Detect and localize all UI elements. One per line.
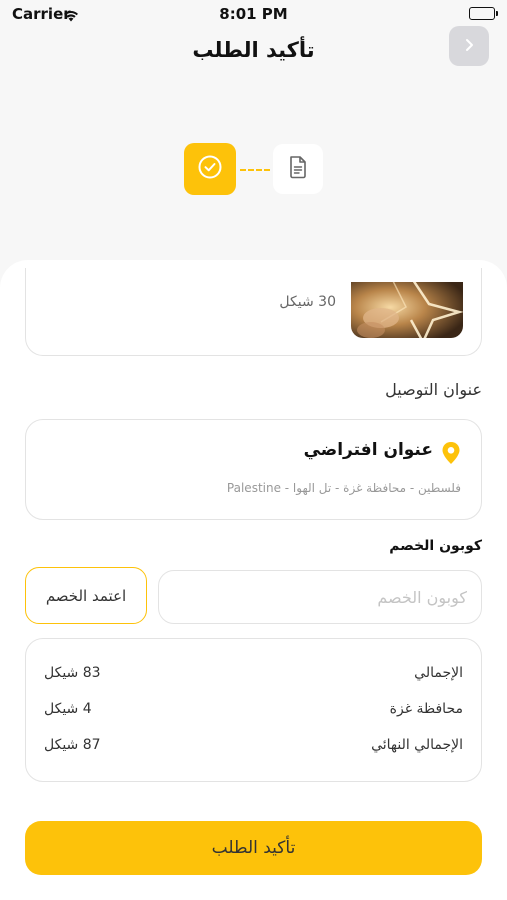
page-title: تأكيد الطلب <box>192 38 315 62</box>
summary-row-total: الإجمالي 83 شيكل <box>44 665 463 687</box>
summary-row-final-total: الإجمالي النهائي 87 شيكل <box>44 737 463 759</box>
address-detail: فلسطين - محافظة غزة - تل الهوا - Palesti… <box>226 481 461 495</box>
product-card[interactable]: 30 شيكل <box>25 268 482 356</box>
address-section-title: عنوان التوصيل <box>385 380 482 399</box>
apply-coupon-button[interactable]: اعتمد الخصم <box>25 567 147 624</box>
product-price: 30 شيكل <box>279 294 336 310</box>
coupon-input[interactable] <box>158 570 482 624</box>
back-button[interactable] <box>449 26 489 66</box>
document-icon <box>287 155 309 183</box>
location-pin-icon <box>441 441 461 469</box>
status-bar: Carrier 8:01 PM <box>0 0 507 28</box>
step-document <box>273 144 323 194</box>
step-connector <box>240 169 270 171</box>
coupon-label: كوبون الخصم <box>389 538 482 554</box>
summary-value: 83 شيكل <box>44 665 101 681</box>
step-completed <box>184 143 236 195</box>
status-time: 8:01 PM <box>219 5 288 23</box>
order-summary: الإجمالي 83 شيكل محافظة غزة 4 شيكل الإجم… <box>25 638 482 782</box>
address-card[interactable]: عنوان افتراضي فلسطين - محافظة غزة - تل ا… <box>25 419 482 520</box>
product-image <box>351 282 463 338</box>
summary-label: محافظة غزة <box>389 701 463 717</box>
summary-value: 87 شيكل <box>44 737 101 753</box>
chevron-right-icon <box>462 37 476 56</box>
summary-value: 4 شيكل <box>44 701 92 717</box>
battery-icon <box>469 7 498 20</box>
confirm-order-button[interactable]: تأكيد الطلب <box>25 821 482 875</box>
check-circle-icon <box>197 154 223 184</box>
summary-row-delivery: محافظة غزة 4 شيكل <box>44 701 463 723</box>
address-name: عنوان افتراضي <box>303 440 433 460</box>
summary-label: الإجمالي النهائي <box>371 737 463 753</box>
summary-label: الإجمالي <box>414 665 463 681</box>
